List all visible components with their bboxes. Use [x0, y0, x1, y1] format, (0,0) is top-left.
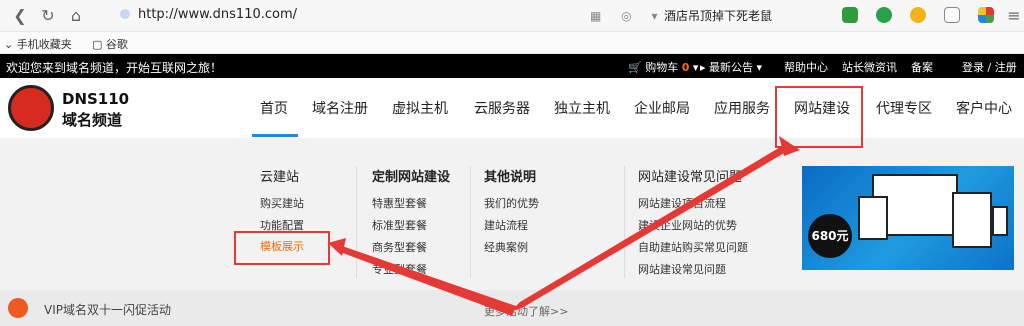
annotation-arrows	[328, 136, 800, 316]
